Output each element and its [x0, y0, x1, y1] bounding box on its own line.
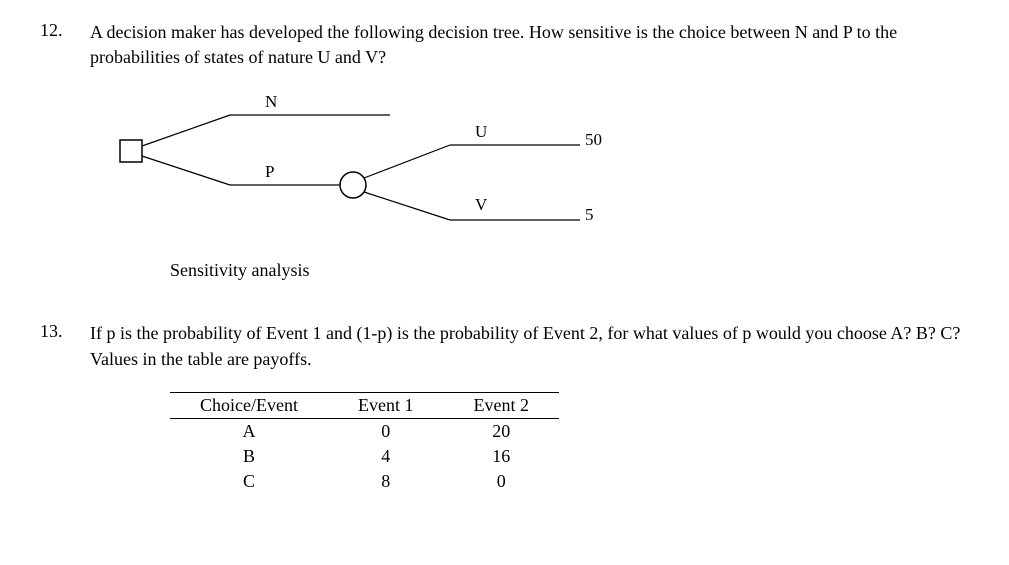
question-number: 12. [40, 20, 90, 281]
table-row: B 4 16 [170, 444, 559, 469]
question-content: A decision maker has developed the follo… [90, 20, 969, 281]
table-row: C 8 0 [170, 469, 559, 494]
header-event2: Event 2 [443, 392, 559, 418]
label-n: N [265, 92, 277, 112]
cell-e1: 4 [328, 444, 444, 469]
table-row: A 0 20 [170, 418, 559, 444]
question-content: If p is the probability of Event 1 and (… [90, 321, 969, 493]
cell-e1: 8 [328, 469, 444, 494]
cell-e2: 0 [443, 469, 559, 494]
caption: Sensitivity analysis [170, 260, 969, 281]
cell-choice: C [170, 469, 328, 494]
question-13: 13. If p is the probability of Event 1 a… [40, 321, 969, 493]
decision-tree-diagram: N P U V 50 5 [110, 90, 969, 240]
question-number: 13. [40, 321, 90, 493]
cell-choice: B [170, 444, 328, 469]
question-12: 12. A decision maker has developed the f… [40, 20, 969, 281]
cell-e1: 0 [328, 418, 444, 444]
label-u: U [475, 122, 487, 142]
table-header-row: Choice/Event Event 1 Event 2 [170, 392, 559, 418]
header-event1: Event 1 [328, 392, 444, 418]
payoff-v: 5 [585, 205, 594, 225]
question-text: A decision maker has developed the follo… [90, 20, 969, 70]
cell-choice: A [170, 418, 328, 444]
payoff-table: Choice/Event Event 1 Event 2 A 0 20 B 4 … [170, 392, 559, 494]
question-text: If p is the probability of Event 1 and (… [90, 321, 969, 371]
header-choice: Choice/Event [170, 392, 328, 418]
label-p: P [265, 162, 274, 182]
cell-e2: 16 [443, 444, 559, 469]
payoff-u: 50 [585, 130, 602, 150]
cell-e2: 20 [443, 418, 559, 444]
tree-svg [110, 90, 630, 240]
label-v: V [475, 195, 487, 215]
